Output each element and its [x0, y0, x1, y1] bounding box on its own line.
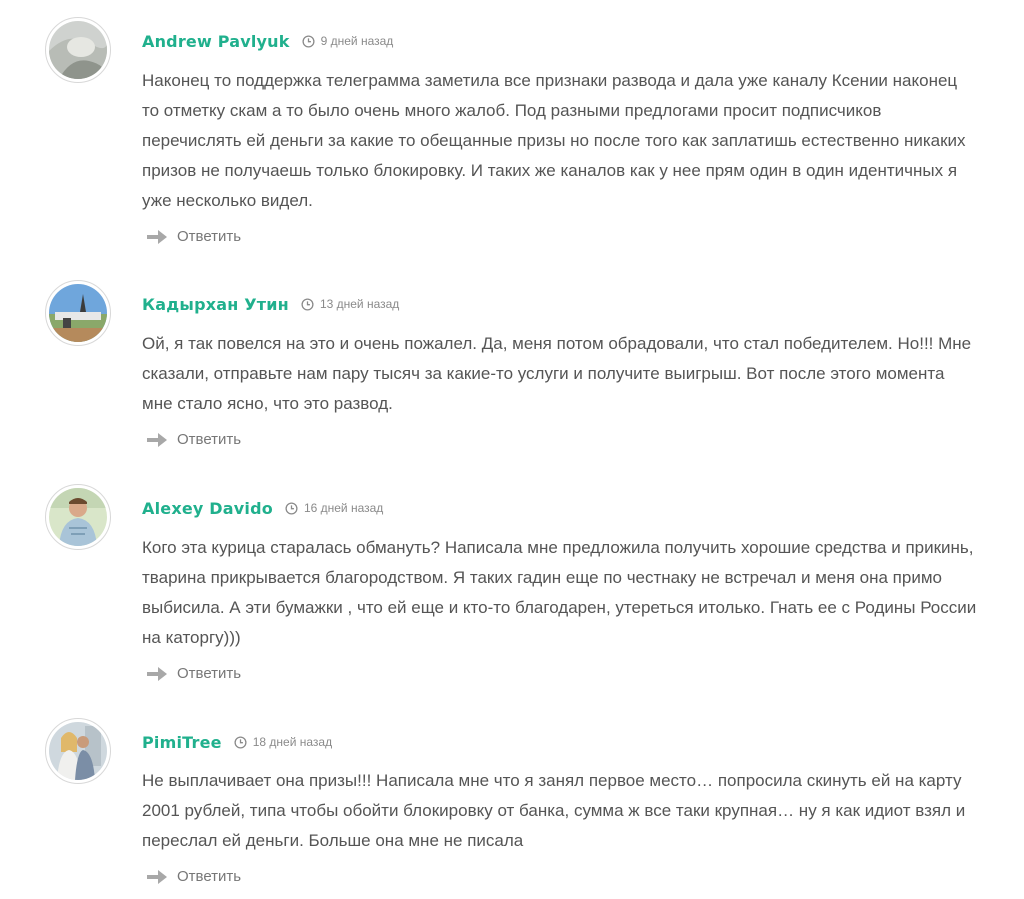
clock-icon	[301, 297, 314, 311]
reply-arrow-icon	[147, 229, 167, 244]
reply-label: Ответить	[177, 868, 242, 885]
comment-header: Alexey Davido 16 дней назад	[142, 496, 383, 520]
reply-button[interactable]: Ответить	[146, 868, 241, 885]
comment-header: PimiTree 18 дней назад	[142, 730, 332, 754]
avatar[interactable]	[45, 17, 111, 83]
comment-time-text: 13 дней назад	[319, 297, 400, 311]
avatar-image	[49, 488, 107, 546]
comment-author[interactable]: Alexey Davido	[142, 499, 273, 518]
comment-header: Andrew Pavlyuk 9 дней назад	[142, 29, 393, 53]
reply-button[interactable]: Ответить	[146, 431, 241, 448]
avatar[interactable]	[45, 718, 111, 784]
clock-icon	[234, 735, 247, 749]
avatar-image	[49, 21, 107, 79]
comment-text: Ой, я так повелся на это и очень пожалел…	[142, 334, 972, 413]
avatar-image	[49, 284, 107, 342]
comment-time-text: 9 дней назад	[320, 34, 394, 48]
comment-header: Кадырхан Утин 13 дней назад	[142, 292, 399, 316]
avatar-image	[49, 722, 107, 780]
reply-label: Ответить	[177, 431, 242, 448]
comment-author[interactable]: PimiTree	[142, 733, 222, 752]
reply-label: Ответить	[177, 228, 242, 245]
comment-time-text: 18 дней назад	[252, 735, 333, 749]
reply-arrow-icon	[147, 432, 167, 447]
comment-time[interactable]: 13 дней назад	[301, 297, 399, 311]
comment-text: Кого эта курица старалась обмануть? Напи…	[142, 538, 977, 647]
comment-author[interactable]: Кадырхан Утин	[142, 295, 289, 314]
comment-time[interactable]: 9 дней назад	[302, 34, 394, 48]
reply-button[interactable]: Ответить	[146, 228, 241, 245]
reply-arrow-icon	[147, 666, 167, 681]
reply-button[interactable]: Ответить	[146, 665, 241, 682]
comment-time-text: 16 дней назад	[303, 501, 384, 515]
clock-icon	[302, 34, 315, 48]
reply-arrow-icon	[147, 869, 167, 884]
reply-label: Ответить	[177, 665, 242, 682]
avatar[interactable]	[45, 484, 111, 550]
comment-time[interactable]: 18 дней назад	[234, 735, 332, 749]
clock-icon	[285, 501, 298, 515]
comment-text: Не выплачивает она призы!!! Написала мне…	[142, 771, 966, 850]
comment-text: Наконец то поддержка телеграмма заметила…	[142, 71, 966, 210]
comment-time[interactable]: 16 дней назад	[285, 501, 383, 515]
comment-author[interactable]: Andrew Pavlyuk	[142, 32, 290, 51]
avatar[interactable]	[45, 280, 111, 346]
